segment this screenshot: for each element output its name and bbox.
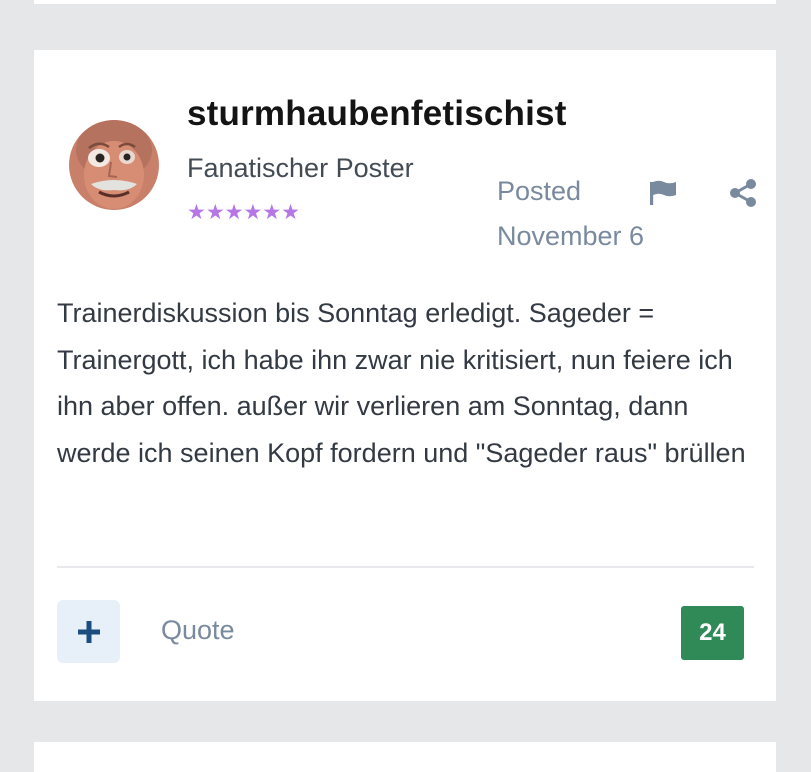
author-rank: Fanatischer Poster [187,153,414,183]
author-username[interactable]: sturmhaubenfetischist [187,94,567,134]
rank-stars: ★ ★ ★ ★ ★ ★ [187,202,300,224]
divider [57,566,754,568]
star-icon: ★ [262,201,282,224]
post-date-link[interactable]: November 6 [497,221,644,252]
share-button[interactable] [727,177,759,209]
previous-post-card [34,0,776,4]
star-icon: ★ [187,201,206,224]
star-icon: ★ [224,201,244,224]
forum-post: sturmhaubenfetischist Fanatischer Poster… [34,50,776,701]
next-post-card [34,742,776,772]
post-content: Trainerdiskussion bis Sonntag erledigt. … [57,298,746,468]
posted-label: Posted [497,176,582,206]
avatar[interactable] [69,120,159,210]
plus-icon [77,620,100,643]
flag-icon [650,180,676,205]
star-icon: ★ [205,201,225,224]
star-icon: ★ [281,201,300,224]
star-icon: ★ [243,201,263,224]
quote-button[interactable]: Quote [161,615,235,646]
reputation-badge[interactable]: 24 [681,606,744,660]
add-reaction-button[interactable] [57,600,120,663]
report-button[interactable] [648,177,680,209]
share-icon [730,179,756,207]
